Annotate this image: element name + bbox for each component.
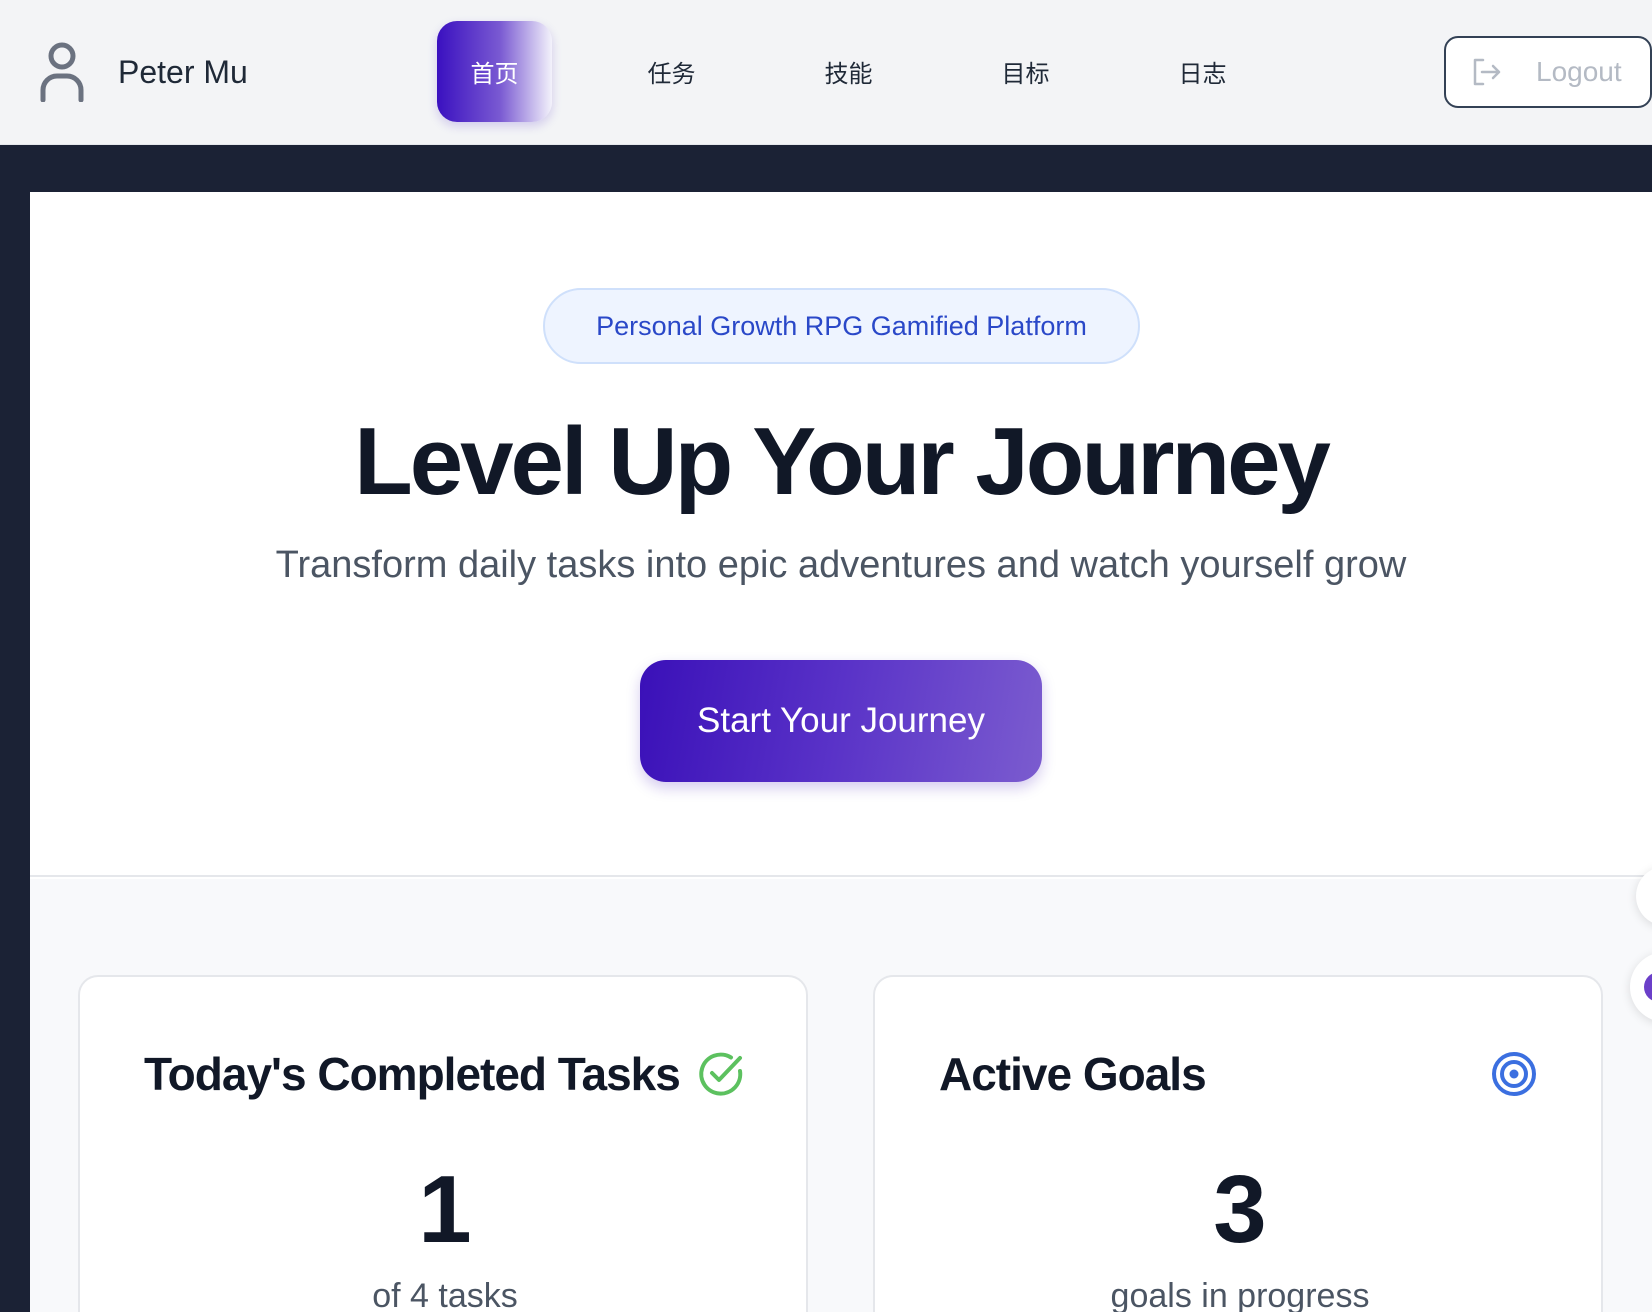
stat-card-value: 1	[418, 1156, 472, 1263]
stat-card-caption: goals in progress	[1110, 1277, 1370, 1312]
stat-card-completed-tasks[interactable]: Today's Completed Tasks 1 of 4 tasks	[78, 975, 808, 1312]
assistant-avatar-icon	[1644, 972, 1652, 1002]
logout-button[interactable]: Logout	[1444, 36, 1652, 108]
main-nav: 首页 任务 技能 目标 日志	[437, 21, 1322, 122]
user-profile[interactable]: Peter Mu	[38, 42, 248, 102]
hero-subtitle: Transform daily tasks into epic adventur…	[275, 544, 1407, 586]
stat-card-caption: of 4 tasks	[372, 1277, 518, 1312]
stat-card-title: Today's Completed Tasks	[144, 1048, 681, 1100]
stat-card-value: 3	[1213, 1156, 1267, 1263]
stat-card-title: Active Goals	[939, 1048, 1207, 1100]
user-name: Peter Mu	[118, 53, 248, 90]
check-circle-icon	[699, 1052, 743, 1096]
platform-badge: Personal Growth RPG Gamified Platform	[543, 288, 1140, 364]
logout-icon	[1473, 58, 1501, 86]
user-icon	[40, 42, 84, 102]
hero-title: Level Up Your Journey	[354, 408, 1331, 515]
hero-section: Personal Growth RPG Gamified Platform Le…	[30, 192, 1652, 877]
app-frame: Peter Mu 首页 任务 技能 目标 日志 Logout Personal …	[0, 0, 1652, 1312]
nav-item-skills[interactable]: 技能	[791, 21, 906, 122]
target-icon	[1492, 1052, 1536, 1096]
nav-item-home[interactable]: 首页	[437, 21, 552, 122]
stat-card-active-goals[interactable]: Active Goals 3 goals in progress	[873, 975, 1603, 1312]
nav-item-tasks[interactable]: 任务	[614, 21, 729, 122]
stats-section: Today's Completed Tasks 1 of 4 tasks Act…	[30, 879, 1652, 1312]
start-journey-button[interactable]: Start Your Journey	[640, 660, 1042, 782]
logout-label: Logout	[1536, 56, 1622, 87]
nav-item-goals[interactable]: 目标	[968, 21, 1083, 122]
top-navbar: Peter Mu 首页 任务 技能 目标 日志 Logout	[0, 0, 1652, 145]
main-content: Personal Growth RPG Gamified Platform Le…	[30, 192, 1652, 1312]
nav-item-journal[interactable]: 日志	[1145, 21, 1260, 122]
